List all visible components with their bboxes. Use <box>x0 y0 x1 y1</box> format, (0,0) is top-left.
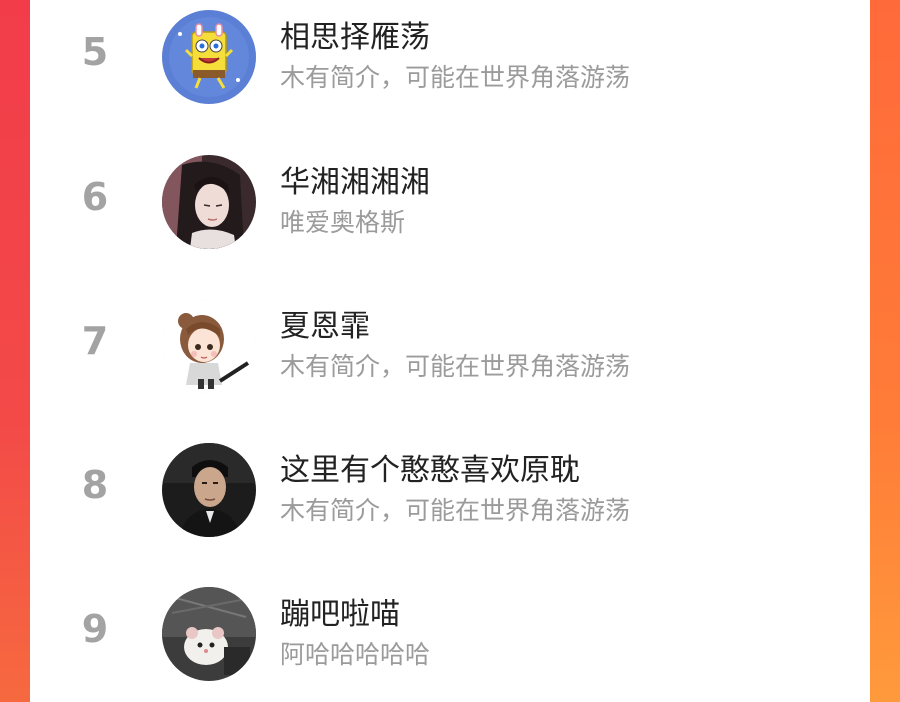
user-bio: 木有简介，可能在世界角落游荡 <box>280 496 631 525</box>
ranking-row-6[interactable]: 6 华湘湘湘湘 唯爱奥格斯 <box>30 153 870 253</box>
hamster-photo-avatar-icon[interactable] <box>162 587 256 681</box>
user-name[interactable]: 夏恩霏 <box>280 301 370 345</box>
rank-number: 5 <box>81 30 109 74</box>
ranking-row-5[interactable]: 5 相思择雁荡 木有简介，可能在世界角落游荡 <box>30 8 870 108</box>
user-bio: 唯爱奥格斯 <box>280 208 406 237</box>
user-name[interactable]: 这里有个憨憨喜欢原耽 <box>280 445 580 489</box>
user-bio: 木有简介，可能在世界角落游荡 <box>280 352 631 381</box>
rank-number: 6 <box>81 175 109 219</box>
rank-number: 8 <box>81 463 109 507</box>
user-name[interactable]: 蹦吧啦喵 <box>280 589 400 633</box>
user-bio: 阿哈哈哈哈哈 <box>280 640 431 669</box>
background-left-edge <box>0 0 30 702</box>
spongebob-avatar-icon[interactable] <box>162 10 256 104</box>
rank-number: 9 <box>81 607 109 651</box>
user-bio: 木有简介，可能在世界角落游荡 <box>280 63 631 92</box>
ranking-row-7[interactable]: 7 夏恩霏 木有简介，可能在世界角落游荡 <box>30 297 870 397</box>
man-photo-avatar-icon[interactable] <box>162 443 256 537</box>
ranking-row-9[interactable]: 9 蹦吧啦喵 阿哈哈哈哈哈 <box>30 585 870 685</box>
background-right-edge <box>870 0 900 702</box>
ranking-row-8[interactable]: 8 这里有个憨憨喜欢原耽 木有简介，可能在世界角落游荡 <box>30 441 870 541</box>
ranking-list: 5 相思择雁荡 木有简介，可能在世界角落游荡 6 华湘湘湘湘 唯爱奥格斯 7 夏… <box>30 0 870 702</box>
user-name[interactable]: 华湘湘湘湘 <box>280 157 430 201</box>
chibi-girl-avatar-icon[interactable] <box>162 299 256 393</box>
anime-character-avatar-icon[interactable] <box>162 155 256 249</box>
user-name[interactable]: 相思择雁荡 <box>280 12 430 56</box>
rank-number: 7 <box>81 319 109 363</box>
